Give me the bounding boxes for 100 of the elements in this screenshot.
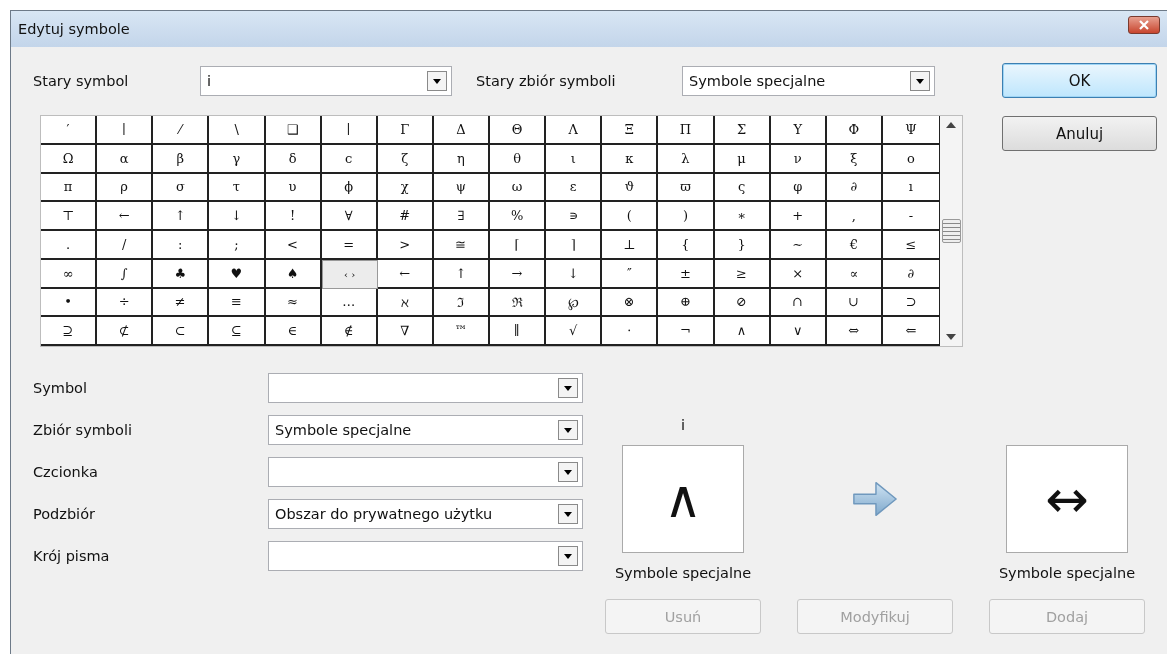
symbol-cell[interactable]: ∧ xyxy=(714,317,771,346)
symbol-cell[interactable]: ♥ xyxy=(209,259,266,289)
symbol-cell[interactable]: ν xyxy=(770,144,827,174)
symbol-cell[interactable]: / xyxy=(97,231,154,260)
symbol-cell[interactable]: σ xyxy=(153,173,210,203)
scrollbar[interactable] xyxy=(940,116,962,346)
symbol-cell[interactable]: Λ xyxy=(546,116,603,145)
symbol-cell[interactable]: € xyxy=(826,231,883,260)
symbol-cell[interactable]: → xyxy=(490,259,547,289)
symbol-cell[interactable]: ∝ xyxy=(826,259,883,289)
dropdown-field[interactable]: Obszar do prywatnego użytku xyxy=(268,499,583,529)
symbol-cell[interactable]: Σ xyxy=(714,116,771,145)
symbol-cell[interactable]: π xyxy=(41,173,98,203)
symbol-cell[interactable]: κ xyxy=(602,144,659,174)
dropdown-field[interactable] xyxy=(268,373,583,403)
symbol-cell[interactable]: ϖ xyxy=(658,173,715,203)
symbol-cell[interactable]: ′ xyxy=(41,116,98,145)
symbol-cell[interactable]: ⊂ xyxy=(153,317,210,346)
symbol-cell[interactable]: ↑ xyxy=(153,202,210,231)
symbol-cell[interactable]: : xyxy=(153,231,210,260)
symbol-cell[interactable]: ⊆ xyxy=(209,317,266,346)
scroll-thumb[interactable] xyxy=(941,219,961,243)
dropdown-field[interactable] xyxy=(268,457,583,487)
symbol-cell[interactable]: ″ xyxy=(602,259,659,289)
symbol-cell[interactable]: ⊗ xyxy=(602,288,659,318)
symbol-cell[interactable]: ∪ xyxy=(826,288,883,318)
symbol-cell[interactable]: ∍ xyxy=(546,202,603,231)
symbol-cell[interactable]: % xyxy=(490,202,547,231)
symbol-cell[interactable]: ς xyxy=(714,173,771,203)
symbol-cell[interactable]: ⌉ xyxy=(546,231,603,260)
symbol-cell[interactable]: ϑ xyxy=(602,173,659,203)
symbol-cell[interactable]: . xyxy=(41,231,98,260)
symbol-cell[interactable]: Π xyxy=(658,116,715,145)
dropdown-field[interactable]: Symbole specjalne xyxy=(268,415,583,445)
symbol-cell[interactable]: δ xyxy=(265,144,322,174)
symbol-cell[interactable]: λ xyxy=(658,144,715,174)
symbol-cell[interactable]: τ xyxy=(209,173,266,203)
symbol-cell[interactable]: ← xyxy=(97,202,154,231)
symbol-cell[interactable]: θ xyxy=(490,144,547,174)
symbol-cell[interactable]: ∈ xyxy=(265,317,322,346)
symbol-cell[interactable]: ∀ xyxy=(321,202,378,231)
symbol-cell[interactable]: ∨ xyxy=(770,317,827,346)
symbol-cell[interactable]: ∣ xyxy=(97,116,154,145)
symbol-cell[interactable]: ⁄ xyxy=(153,116,210,145)
symbol-cell[interactable]: ≈ xyxy=(265,288,322,318)
symbol-cell[interactable]: ÷ xyxy=(97,288,154,318)
symbol-cell[interactable]: { xyxy=(658,231,715,260)
symbol-cell[interactable]: ℵ xyxy=(377,288,434,318)
symbol-cell[interactable]: ± xyxy=(658,259,715,289)
symbol-cell[interactable]: ≥ xyxy=(714,259,771,289)
symbol-cell[interactable]: ↑ xyxy=(433,259,490,289)
symbol-cell[interactable]: μ xyxy=(714,144,771,174)
symbol-cell[interactable]: # xyxy=(377,202,434,231)
symbol-cell[interactable]: ↓ xyxy=(546,259,603,289)
old-symbol-dropdown[interactable]: i xyxy=(200,66,452,96)
symbol-cell[interactable]: ∞ xyxy=(41,259,98,289)
symbol-cell[interactable]: ψ xyxy=(433,173,490,203)
symbol-cell[interactable]: ϕ xyxy=(321,173,378,203)
symbol-cell[interactable]: ⌈ xyxy=(490,231,547,260)
symbol-cell[interactable]: ⊘ xyxy=(714,288,771,318)
symbol-cell[interactable]: Θ xyxy=(490,116,547,145)
symbol-cell[interactable]: ⊥ xyxy=(602,231,659,260)
symbol-cell[interactable]: ℜ xyxy=(490,288,547,318)
symbol-cell[interactable]: Φ xyxy=(826,116,883,145)
dropdown-field[interactable] xyxy=(268,541,583,571)
symbol-cell[interactable]: ⊕ xyxy=(658,288,715,318)
symbol-cell[interactable]: ≠ xyxy=(153,288,210,318)
symbol-cell[interactable]: ℘ xyxy=(546,288,603,318)
symbol-cell[interactable]: υ xyxy=(265,173,322,203)
symbol-cell[interactable]: ≡ xyxy=(209,288,266,318)
symbol-cell[interactable]: ω xyxy=(490,173,547,203)
symbol-cell[interactable]: • xyxy=(41,288,98,318)
symbol-cell[interactable]: ∇ xyxy=(377,317,434,346)
symbol-cell[interactable]: , xyxy=(826,202,883,231)
symbol-cell[interactable]: Ξ xyxy=(602,116,659,145)
symbol-cell[interactable]: ( xyxy=(602,202,659,231)
symbol-cell[interactable]: ∩ xyxy=(770,288,827,318)
symbol-cell[interactable]: Γ xyxy=(377,116,434,145)
symbol-cell[interactable]: ❑ xyxy=(265,116,322,145)
symbol-cell[interactable]: ↓ xyxy=(209,202,266,231)
symbol-cell[interactable]: α xyxy=(97,144,154,174)
symbol-cell[interactable]: γ xyxy=(209,144,266,174)
scroll-down-icon[interactable] xyxy=(946,334,956,340)
symbol-cell[interactable]: ♣ xyxy=(153,259,210,289)
symbol-cell[interactable]: > xyxy=(377,231,434,260)
symbol-cell[interactable]: ⊄ xyxy=(97,317,154,346)
symbol-cell[interactable]: √ xyxy=(546,317,603,346)
symbol-cell[interactable]: < xyxy=(265,231,322,260)
symbol-cell[interactable]: ε xyxy=(546,173,603,203)
symbol-cell[interactable]: Ω xyxy=(41,144,98,174)
symbol-cell[interactable]: ∖ xyxy=(209,116,266,145)
symbol-cell[interactable]: ™ xyxy=(433,317,490,346)
symbol-cell[interactable]: } xyxy=(714,231,771,260)
symbol-cell[interactable]: β xyxy=(153,144,210,174)
symbol-cell[interactable]: Δ xyxy=(433,116,490,145)
symbol-cell[interactable]: ∫ xyxy=(97,259,154,289)
symbol-cell[interactable]: ¬ xyxy=(658,317,715,346)
symbol-cell[interactable]: φ xyxy=(770,173,827,203)
symbol-cell[interactable]: ⋅ xyxy=(602,317,659,346)
dialog-button[interactable]: OK xyxy=(1002,63,1157,98)
